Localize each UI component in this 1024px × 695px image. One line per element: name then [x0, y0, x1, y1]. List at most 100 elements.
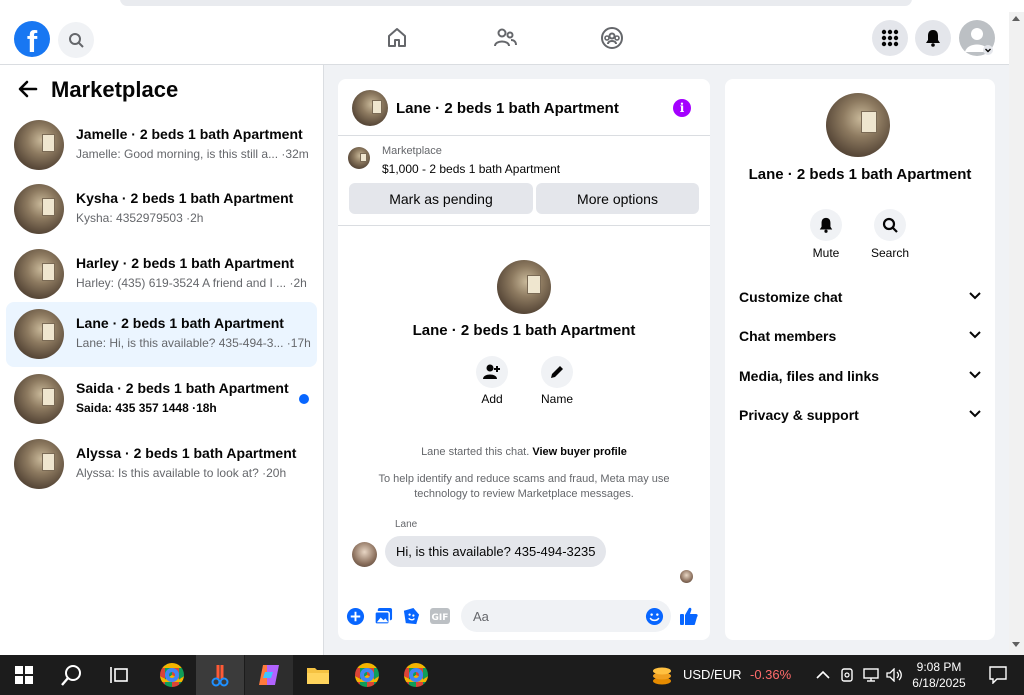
scroll-up-arrow[interactable]	[1012, 16, 1020, 21]
address-bar[interactable]	[120, 0, 912, 6]
menu-button[interactable]	[872, 20, 908, 56]
chevron-down-icon	[969, 331, 981, 339]
page-scrollbar[interactable]	[1009, 12, 1024, 655]
message-input[interactable]	[461, 600, 671, 632]
pencil-icon	[551, 366, 563, 378]
info-icon[interactable]: i	[673, 99, 691, 117]
account-button[interactable]	[959, 20, 995, 56]
plus-circle-icon	[346, 607, 364, 625]
sidebar-header: Marketplace	[0, 65, 324, 113]
conversation-name: Kysha · 2 beds 1 bath Apartment	[76, 190, 294, 206]
emoji-icon	[645, 607, 663, 625]
details-name: Lane · 2 beds 1 bath Apartment	[748, 166, 972, 183]
listing-thumbnail	[14, 249, 64, 299]
conversation-item[interactable]: Harley · 2 beds 1 bath Apartment Harley:…	[6, 242, 317, 306]
like-button[interactable]	[679, 606, 699, 626]
task-view-icon	[110, 667, 128, 683]
conversation-item-active[interactable]: Lane · 2 beds 1 bath Apartment Lane: Hi,…	[6, 302, 317, 367]
sticker-button[interactable]	[401, 606, 421, 626]
view-buyer-profile-link[interactable]: View buyer profile	[532, 446, 627, 458]
chrome-taskbar-icon[interactable]	[148, 655, 196, 695]
message-bubble[interactable]: Hi, is this available? 435-494-3235	[385, 536, 607, 567]
friends-tab[interactable]	[491, 24, 519, 52]
name-button[interactable]: Name	[527, 356, 587, 406]
conversation-preview: Jamelle: Good morning, is this still a..…	[76, 147, 309, 161]
profile-name: Lane · 2 beds 1 bath Apartment	[412, 322, 636, 339]
safety-notice: To help identify and reduce scams and fr…	[378, 473, 670, 500]
chevron-up-icon	[816, 670, 830, 679]
avatar[interactable]	[352, 542, 377, 567]
currency-pair[interactable]: USD/EUR	[683, 667, 742, 682]
listing-thumbnail[interactable]	[352, 90, 388, 126]
listing-banner: Marketplace $1,000 - 2 beds 1 bath Apart…	[338, 136, 710, 226]
listing-thumbnail[interactable]	[826, 93, 890, 157]
bell-icon	[926, 30, 940, 47]
meet-now-button[interactable]	[836, 655, 858, 695]
chat-title[interactable]: Lane · 2 beds 1 bath Apartment	[396, 100, 619, 117]
message-composer: GIF	[338, 597, 710, 637]
notification-center-button[interactable]	[976, 655, 1020, 695]
attach-photo-button[interactable]	[373, 606, 393, 626]
conversation-name: Harley · 2 beds 1 bath Apartment	[76, 255, 295, 271]
gif-button[interactable]: GIF	[430, 606, 450, 626]
thumbs-up-icon	[680, 607, 698, 625]
chrome-profile-taskbar-icon[interactable]	[392, 655, 440, 695]
mute-label: Mute	[812, 246, 840, 260]
home-tab[interactable]	[383, 24, 411, 52]
search-in-conversation-button[interactable]: Search	[860, 209, 920, 260]
more-actions-button[interactable]	[345, 606, 365, 626]
facebook-logo[interactable]: f	[14, 21, 50, 57]
notifications-button[interactable]	[915, 20, 951, 56]
top-navigation: f	[0, 12, 1009, 65]
volume-button[interactable]	[882, 655, 908, 695]
listing-price-title[interactable]: $1,000 - 2 beds 1 bath Apartment	[382, 162, 560, 176]
back-button[interactable]	[16, 79, 40, 104]
add-label: Add	[481, 392, 503, 406]
add-button[interactable]: Add	[462, 356, 522, 406]
conversation-details-panel: Lane · 2 beds 1 bath Apartment Mute Sear…	[725, 79, 995, 640]
stocks-widget-icon[interactable]	[638, 655, 686, 695]
conversation-preview: Kysha: 4352979503 ·2h	[76, 211, 204, 225]
file-explorer-taskbar-icon[interactable]	[294, 655, 342, 695]
show-hidden-icons-button[interactable]	[810, 655, 836, 695]
listing-thumbnail	[14, 184, 64, 234]
chat-members-row[interactable]: Chat members	[739, 328, 981, 352]
media-files-links-row[interactable]: Media, files and links	[739, 368, 981, 392]
conversation-item[interactable]: Alyssa · 2 beds 1 bath Apartment Alyssa:…	[6, 432, 317, 496]
snipping-tool-icon	[211, 665, 229, 687]
taskbar-search-button[interactable]	[48, 655, 96, 695]
conversation-name: Lane · 2 beds 1 bath Apartment	[76, 315, 284, 331]
chat-panel: Lane · 2 beds 1 bath Apartment i Marketp…	[338, 79, 710, 640]
back-arrow-icon	[18, 80, 38, 98]
svg-text:GIF: GIF	[432, 613, 449, 623]
conversation-item[interactable]: Jamelle · 2 beds 1 bath Apartment Jamell…	[6, 113, 317, 177]
listing-source: Marketplace	[382, 145, 442, 157]
chrome-icon	[160, 663, 184, 687]
system-clock[interactable]: 9:08 PM 6/18/2025	[906, 659, 972, 691]
conversation-item[interactable]: Saida · 2 beds 1 bath Apartment Saida: 4…	[6, 367, 317, 431]
copilot-taskbar-icon[interactable]	[245, 655, 293, 695]
mark-as-pending-button[interactable]: Mark as pending	[349, 183, 533, 214]
listing-thumbnail[interactable]	[348, 147, 370, 169]
conversation-name: Alyssa · 2 beds 1 bath Apartment	[76, 445, 297, 461]
customize-chat-row[interactable]: Customize chat	[739, 289, 981, 313]
avatar-icon	[965, 28, 993, 55]
network-button[interactable]	[858, 655, 884, 695]
chrome-profile-f-taskbar-icon[interactable]	[343, 655, 391, 695]
scroll-down-arrow[interactable]	[1012, 642, 1020, 647]
mute-button[interactable]: Mute	[796, 209, 856, 260]
listing-thumbnail	[14, 439, 64, 489]
more-options-button[interactable]: More options	[536, 183, 699, 214]
emoji-button[interactable]	[644, 606, 664, 626]
conversation-item[interactable]: Kysha · 2 beds 1 bath Apartment Kysha: 4…	[6, 177, 317, 241]
search-button[interactable]	[58, 22, 94, 58]
privacy-support-row[interactable]: Privacy & support	[739, 407, 981, 431]
conversation-preview: Alyssa: Is this available to look at? ·2…	[76, 466, 287, 480]
seen-indicator	[680, 570, 693, 583]
groups-tab[interactable]	[598, 24, 626, 52]
conversation-name: Jamelle · 2 beds 1 bath Apartment	[76, 126, 303, 142]
grid-menu-icon	[881, 29, 899, 47]
task-view-button[interactable]	[96, 655, 144, 695]
start-button[interactable]	[0, 655, 48, 695]
snipping-tool-taskbar-icon[interactable]	[196, 655, 244, 695]
